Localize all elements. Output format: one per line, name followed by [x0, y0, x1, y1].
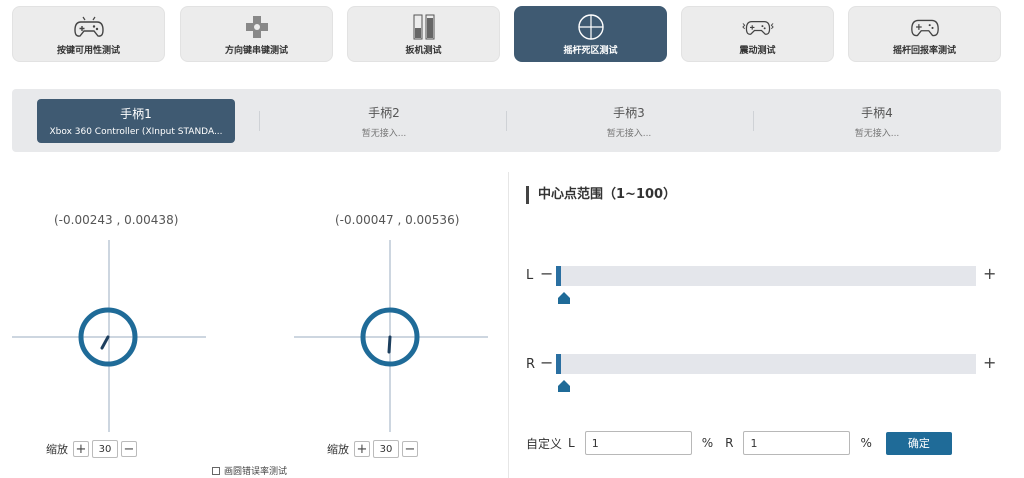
right-slider-label: R	[526, 357, 536, 372]
controller-4-tab[interactable]: 手柄4 暂无接入...	[778, 99, 976, 143]
custom-label: 自定义	[526, 436, 563, 451]
deadzone-range-title: 中心点范围（1~100）	[526, 186, 676, 204]
panel-divider	[508, 172, 509, 478]
gamepad-icon	[73, 13, 105, 41]
tab-stick-deadzone[interactable]: 摇杆死区测试	[514, 6, 667, 62]
trigger-icon	[408, 13, 440, 41]
tab-button-availability[interactable]: 按键可用性测试	[12, 6, 165, 62]
right-increase-button[interactable]: +	[983, 353, 996, 372]
left-zoom-control: 缩放 + −	[46, 440, 137, 458]
percent-sign: %	[701, 436, 714, 450]
controller-name: 手柄2	[368, 105, 400, 120]
tab-label: 扳机测试	[405, 46, 442, 56]
tab-label: 摇杆回报率测试	[892, 46, 956, 56]
left-deadzone-slider[interactable]	[556, 266, 976, 286]
right-slider-handle[interactable]	[558, 380, 570, 392]
right-decrease-button[interactable]: −	[540, 353, 553, 372]
circle-test-checkbox[interactable]	[212, 466, 220, 475]
divider	[259, 111, 260, 131]
zoom-out-button[interactable]: −	[402, 441, 418, 457]
controller-name: 手柄4	[861, 105, 893, 120]
confirm-button[interactable]: 确定	[885, 431, 952, 455]
crosshair-icon	[575, 13, 607, 41]
stick-indicator	[100, 335, 110, 350]
page: 按键可用性测试 方向键串键测试 扳机测试 摇杆死区测试 震动测试 摇杆回报率测试…	[0, 0, 1024, 478]
circle-error-test-option[interactable]: 画圆错误率测试	[212, 464, 287, 477]
controller-3-tab[interactable]: 手柄3 暂无接入...	[530, 99, 728, 143]
zoom-in-button[interactable]: +	[354, 441, 370, 457]
tab-dpad-ghosting[interactable]: 方向键串键测试	[180, 6, 333, 62]
left-stick-coordinates: (-0.00243 , 0.00438)	[54, 213, 179, 227]
left-stick-visualizer	[12, 240, 206, 432]
controller-selector: 手柄1 Xbox 360 Controller (XInput STANDA..…	[12, 89, 1001, 152]
left-slider-handle[interactable]	[558, 292, 570, 304]
circle-test-label: 画圆错误率测试	[224, 467, 288, 477]
custom-deadzone-row: 自定义 L % R % 确定	[526, 431, 952, 455]
left-slider-label: L	[526, 268, 534, 283]
percent-sign: %	[860, 436, 872, 450]
controller-status: 暂无接入...	[606, 128, 652, 139]
tab-stick-polling-rate[interactable]: 摇杆回报率测试	[848, 6, 1001, 62]
tab-vibration[interactable]: 震动测试	[681, 6, 834, 62]
zoom-input[interactable]	[92, 440, 118, 458]
controller-name: 手柄3	[613, 105, 645, 120]
tab-label: 方向键串键测试	[224, 46, 288, 56]
custom-r-input[interactable]	[743, 431, 851, 455]
tab-trigger[interactable]: 扳机测试	[347, 6, 500, 62]
left-increase-button[interactable]: +	[983, 264, 996, 283]
controller-1-tab[interactable]: 手柄1 Xbox 360 Controller (XInput STANDA..…	[37, 99, 235, 143]
zoom-label: 缩放	[327, 443, 349, 456]
slider-fill	[556, 354, 561, 374]
right-stick-coordinates: (-0.00047 , 0.00536)	[335, 213, 460, 227]
divider	[506, 111, 507, 131]
custom-l-label: L	[568, 436, 575, 450]
controller-name: 手柄1	[120, 107, 152, 121]
controller-2-tab[interactable]: 手柄2 暂无接入...	[285, 99, 483, 143]
stick-indicator	[387, 335, 392, 354]
controller-status: Xbox 360 Controller (XInput STANDA...	[49, 127, 223, 137]
tab-label: 震动测试	[739, 46, 776, 56]
zoom-in-button[interactable]: +	[73, 441, 89, 457]
left-decrease-button[interactable]: −	[540, 264, 553, 283]
zoom-out-button[interactable]: −	[121, 441, 137, 457]
vibrating-gamepad-icon	[741, 13, 774, 41]
slider-fill	[556, 266, 561, 286]
test-tabs: 按键可用性测试 方向键串键测试 扳机测试 摇杆死区测试 震动测试 摇杆回报率测试	[12, 6, 1012, 62]
right-zoom-control: 缩放 + −	[327, 440, 418, 458]
dpad-icon	[241, 13, 273, 41]
tab-label: 摇杆死区测试	[563, 46, 618, 56]
divider	[753, 111, 754, 131]
tab-label: 按键可用性测试	[56, 46, 120, 56]
gamepad-outline-icon	[909, 13, 941, 41]
zoom-label: 缩放	[46, 443, 68, 456]
controller-status: 暂无接入...	[854, 128, 900, 139]
right-deadzone-slider[interactable]	[556, 354, 976, 374]
zoom-input[interactable]	[373, 440, 399, 458]
controller-status: 暂无接入...	[361, 128, 407, 139]
right-stick-visualizer	[294, 240, 488, 432]
custom-l-input[interactable]	[584, 431, 692, 455]
custom-r-label: R	[725, 436, 734, 450]
